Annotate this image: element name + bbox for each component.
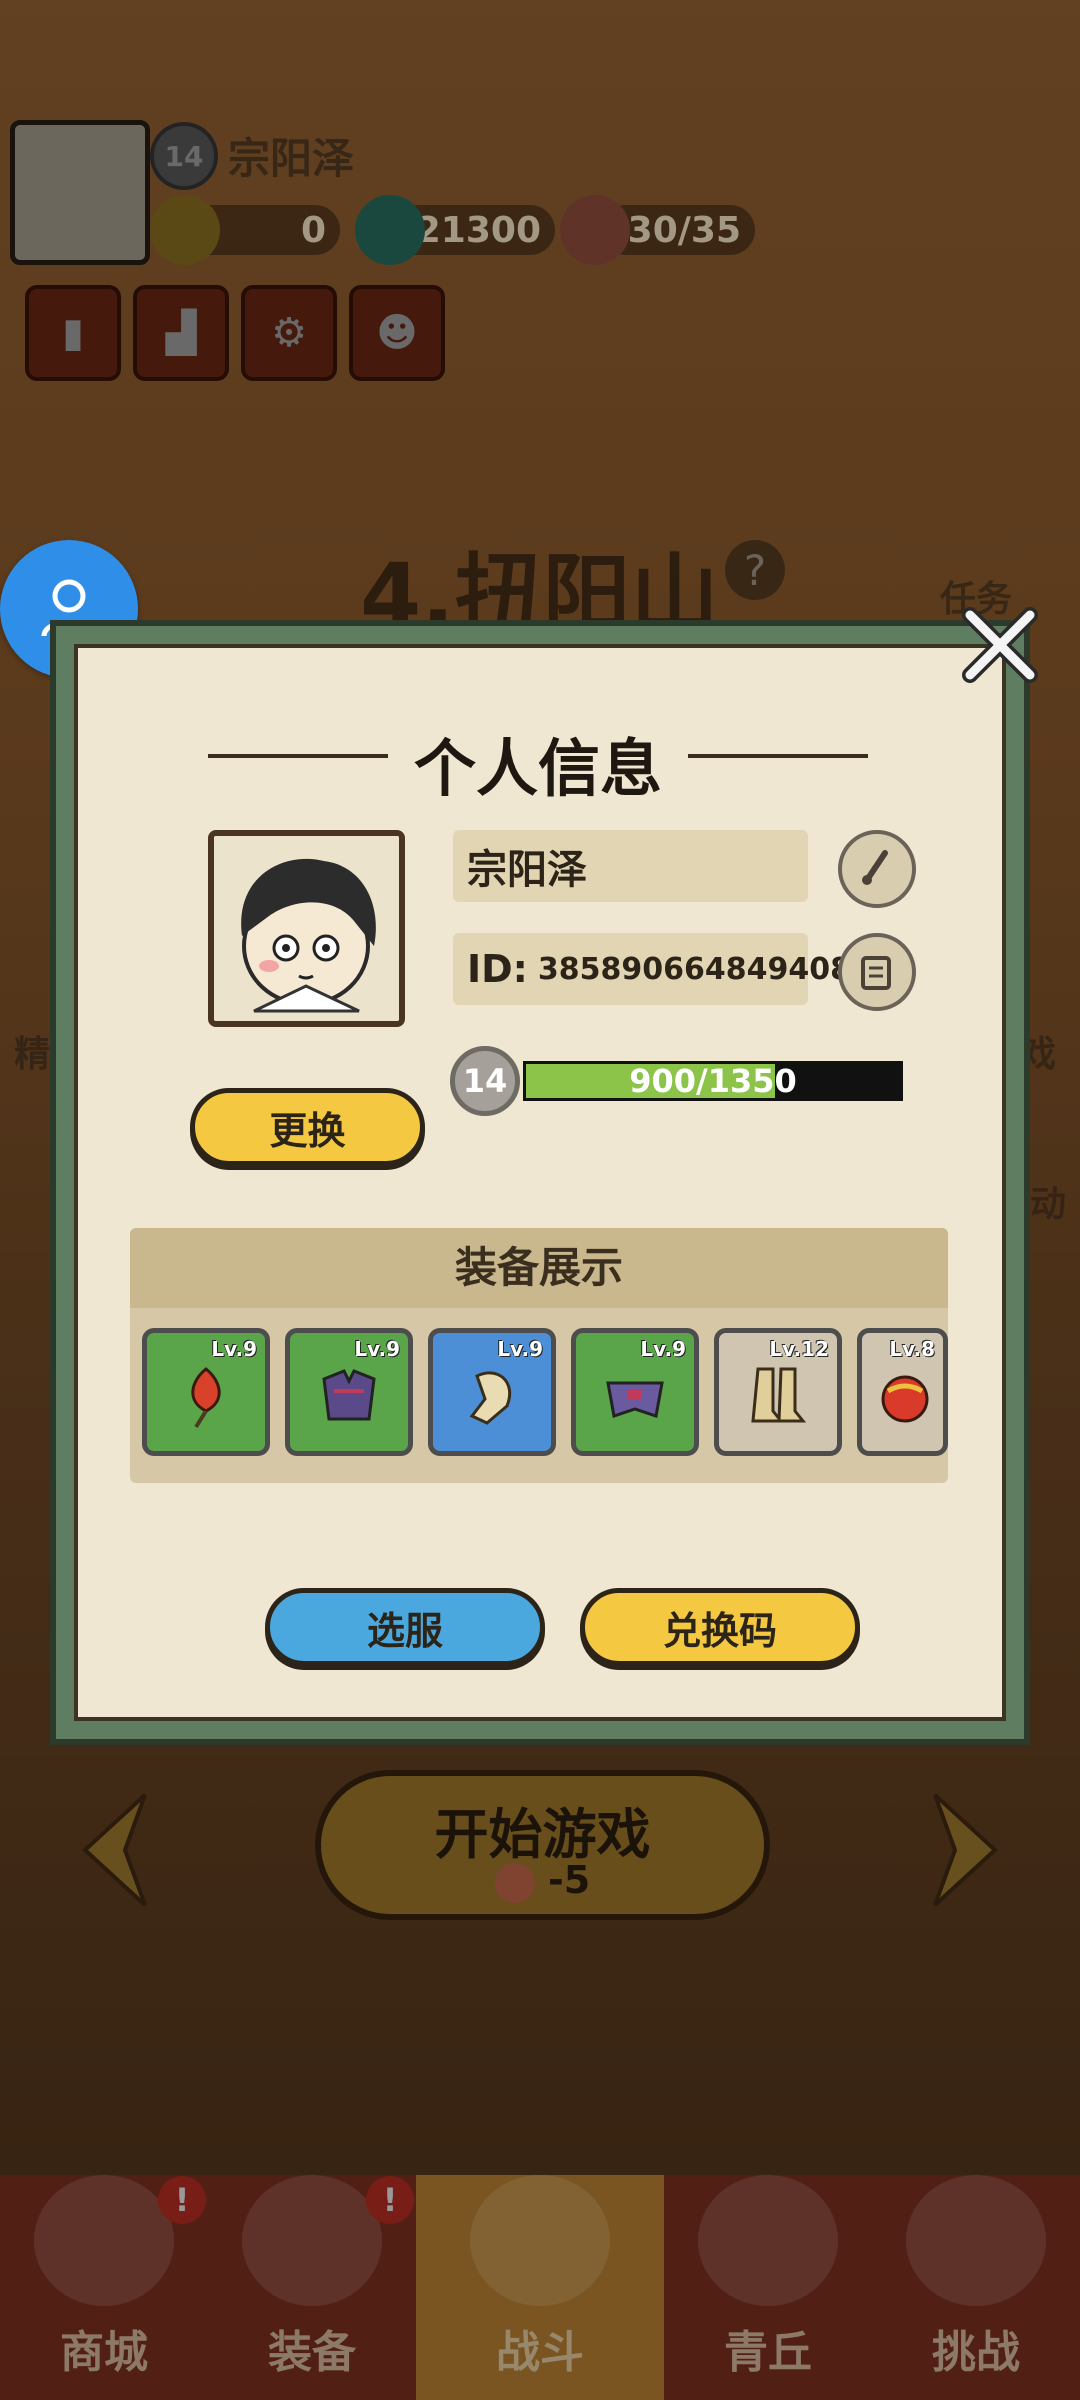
copy-icon	[861, 956, 891, 990]
equipment-slot[interactable]: Lv.9	[571, 1328, 699, 1456]
gauntlet-icon	[469, 1371, 512, 1425]
brush-icon	[862, 850, 888, 885]
select-server-label: 选服	[366, 1608, 443, 1653]
profile-dialog: 个人信息 宗阳泽 ID: 385890664849408 14 900/1350…	[50, 620, 1030, 1745]
dialog-title: 个人信息	[413, 732, 662, 805]
equipment-slot[interactable]: Lv.9	[142, 1328, 270, 1456]
orb-icon	[881, 1375, 929, 1423]
fire-charm-icon	[191, 1367, 221, 1429]
equipment-level: Lv.12	[769, 1337, 829, 1361]
equipment-slot[interactable]: Lv.12	[714, 1328, 842, 1456]
close-icon[interactable]	[955, 600, 1045, 690]
equipment-level: Lv.9	[211, 1337, 257, 1361]
profile-avatar	[208, 830, 405, 1027]
equipment-slot[interactable]: Lv.9	[428, 1328, 556, 1456]
id-value: 385890664849408	[537, 951, 852, 987]
xp-bar: 900/1350	[523, 1061, 903, 1101]
dialog-header: 个人信息	[208, 718, 868, 805]
change-avatar-button[interactable]: 更换	[190, 1088, 425, 1166]
profile-dialog-body: 个人信息 宗阳泽 ID: 385890664849408 14 900/1350…	[74, 644, 1006, 1721]
change-avatar-label: 更换	[269, 1108, 346, 1153]
copy-id-button[interactable]	[838, 933, 916, 1011]
profile-id-field: ID: 385890664849408	[453, 933, 851, 1005]
xp-text: 900/1350	[629, 1062, 797, 1100]
redeem-code-button[interactable]: 兑换码	[580, 1588, 860, 1666]
equipment-showcase: 装备展示 Lv.9 Lv.9 Lv.9 Lv.9 Lv.12 Lv.8	[130, 1228, 948, 1483]
belt-icon	[606, 1381, 664, 1418]
select-server-button[interactable]: 选服	[265, 1588, 545, 1666]
equipment-level: Lv.9	[497, 1337, 543, 1361]
profile-name-field: 宗阳泽	[453, 830, 808, 902]
boots-icon	[751, 1367, 807, 1423]
edit-name-button[interactable]	[838, 830, 916, 908]
equipment-slot[interactable]: Lv.8	[857, 1328, 948, 1456]
equipment-level: Lv.8	[889, 1337, 935, 1361]
equipment-slot[interactable]: Lv.9	[285, 1328, 413, 1456]
armor-icon	[322, 1369, 376, 1421]
profile-level-badge: 14	[450, 1046, 520, 1116]
equipment-level: Lv.9	[640, 1337, 686, 1361]
character-portrait	[214, 836, 399, 1021]
equipment-level: Lv.9	[354, 1337, 400, 1361]
profile-name: 宗阳泽	[467, 847, 587, 893]
equipment-title: 装备展示	[130, 1228, 948, 1308]
redeem-code-label: 兑换码	[662, 1608, 777, 1653]
id-label: ID:	[467, 947, 528, 991]
